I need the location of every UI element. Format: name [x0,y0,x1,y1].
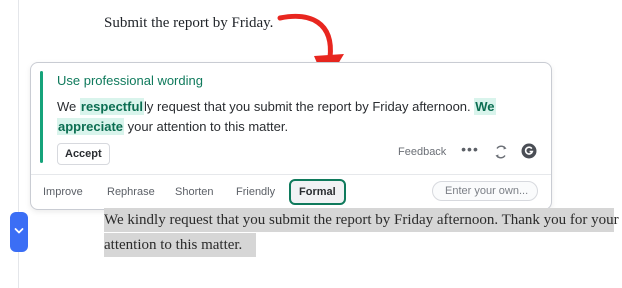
feedback-link[interactable]: Feedback [398,146,446,158]
tab-shorten[interactable]: Shorten [175,180,214,204]
suggestion-insert-highlight: appreciate [57,118,125,135]
custom-prompt-input[interactable] [432,181,538,201]
expand-toggle-button[interactable] [10,212,28,252]
tab-rephrase[interactable]: Rephrase [107,180,155,204]
suggestion-accent-bar [40,71,43,163]
tab-formal[interactable]: Formal [289,179,346,205]
suggestion-title: Use professional wording [57,73,203,88]
more-options-icon[interactable]: ••• [461,142,479,160]
accept-button[interactable]: Accept [57,143,110,165]
grammarly-icon[interactable] [521,143,537,159]
suggestion-card: Use professional wording We respectfully… [30,62,552,210]
selected-text-line: attention to this matter. [104,233,256,257]
suggestion-text-part: ly request that you submit the report by… [144,99,475,114]
refresh-icon[interactable] [493,144,509,160]
suggestion-insert-highlight: respectful [79,98,145,115]
selected-text-line: We kindly request that you submit the re… [104,208,619,232]
document-text-line: Submit the report by Friday. [104,15,274,31]
suggestion-text-part: We [57,99,80,114]
card-divider [31,174,551,175]
suggestion-text-part: your attention to this matter. [124,119,289,134]
tab-friendly[interactable]: Friendly [236,180,275,204]
suggestion-insert-highlight: We [474,98,496,115]
tab-improve[interactable]: Improve [43,180,83,204]
suggestion-text[interactable]: We respectfully request that you submit … [57,97,517,137]
selected-document-text[interactable]: We kindly request that you submit the re… [104,208,619,257]
chevron-down-icon [14,228,24,234]
